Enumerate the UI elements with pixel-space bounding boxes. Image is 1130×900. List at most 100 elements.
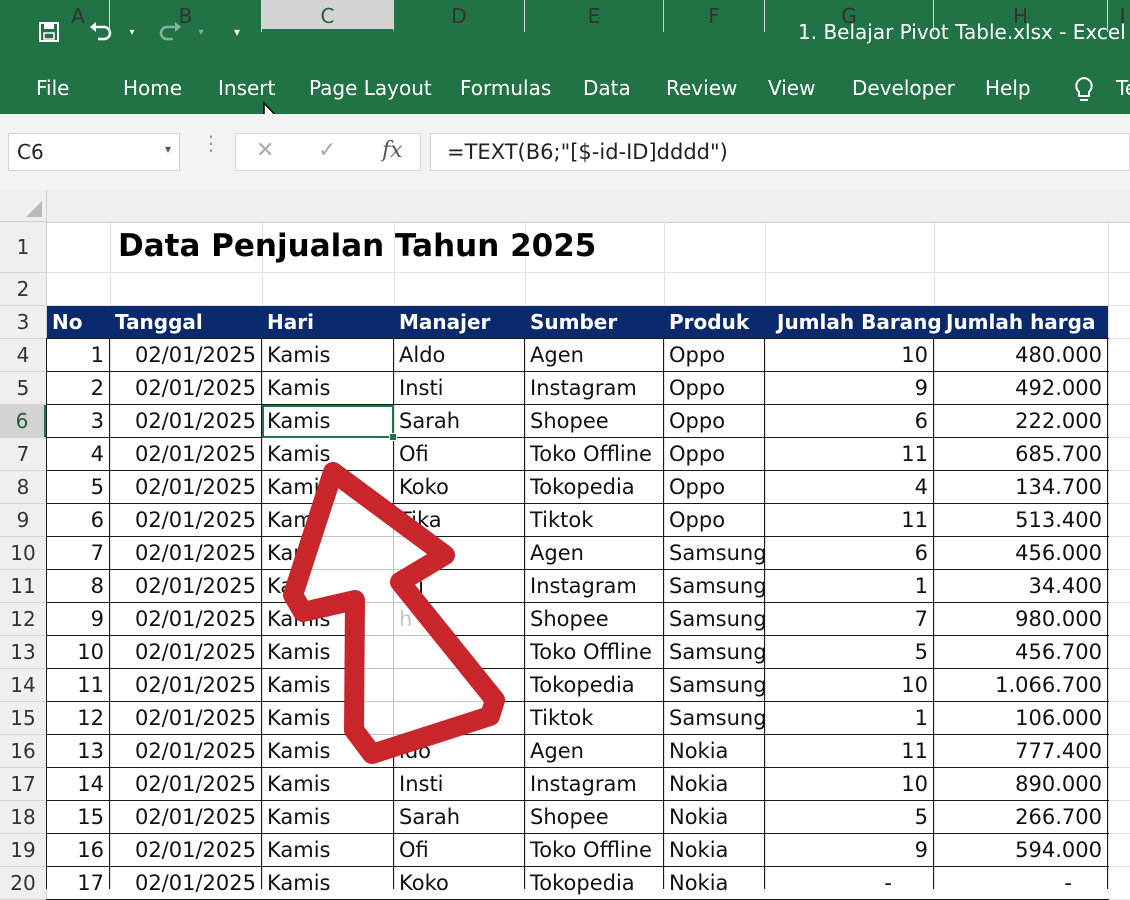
drag-handle-icon[interactable]: ⋮	[201, 133, 221, 153]
table-cell[interactable]: 513.400	[934, 504, 1108, 537]
tab-page-layout[interactable]: Page Layout	[309, 76, 432, 100]
tab-review[interactable]: Review	[666, 76, 737, 100]
table-cell[interactable]: 480.000	[934, 339, 1108, 372]
table-cell[interactable]: Kamis	[262, 834, 394, 867]
table-cell[interactable]: Instagram	[525, 372, 664, 405]
table-cell[interactable]: 02/01/2025	[110, 735, 262, 768]
table-cell[interactable]	[394, 669, 525, 702]
column-header[interactable]: E	[525, 0, 664, 32]
table-cell[interactable]: 2	[47, 372, 110, 405]
table-cell[interactable]: Kamis	[262, 669, 394, 702]
row-header[interactable]: 13	[0, 636, 47, 669]
cancel-icon[interactable]: ✕	[256, 138, 274, 163]
formula-input[interactable]: =TEXT(B6;"[$-id-ID]dddd")	[430, 133, 1130, 171]
table-cell[interactable]: 106.000	[934, 702, 1108, 735]
select-all-button[interactable]	[0, 190, 47, 222]
table-cell[interactable]: Tokopedia	[525, 867, 664, 900]
table-cell[interactable]: -	[934, 867, 1108, 900]
table-cell[interactable]: Oppo	[664, 405, 765, 438]
table-cell[interactable]: Aldo	[394, 339, 525, 372]
table-cell[interactable]: Shopee	[525, 603, 664, 636]
row-header[interactable]: 16	[0, 735, 47, 768]
table-cell[interactable]: 9	[765, 834, 934, 867]
table-cell[interactable]: 02/01/2025	[110, 438, 262, 471]
table-cell[interactable]: Samsung	[664, 603, 767, 636]
column-header[interactable]: F	[664, 0, 765, 32]
table-cell[interactable]: 11	[765, 438, 934, 471]
table-cell[interactable]: 02/01/2025	[110, 867, 262, 900]
row-header[interactable]: 19	[0, 834, 47, 867]
table-cell[interactable]: 02/01/2025	[110, 405, 262, 438]
table-cell[interactable]: 02/01/2025	[110, 801, 262, 834]
row-header[interactable]: 20	[0, 867, 47, 900]
column-header[interactable]: A	[47, 0, 110, 32]
table-header-cell[interactable]: Produk	[669, 306, 749, 338]
row-header[interactable]: 1	[0, 222, 47, 273]
table-cell[interactable]: Koko	[394, 471, 525, 504]
column-header[interactable]: H	[934, 0, 1108, 32]
table-cell[interactable]: 15	[47, 801, 110, 834]
table-cell[interactable]: Samsung	[664, 570, 767, 603]
tab-file[interactable]: File	[36, 76, 69, 100]
table-header-cell[interactable]: No	[52, 306, 82, 338]
table-cell[interactable]: 8	[47, 570, 110, 603]
table-cell[interactable]: 685.700	[934, 438, 1108, 471]
selected-cell-border[interactable]	[262, 405, 394, 438]
row-header[interactable]: 12	[0, 603, 47, 636]
tell-me-search[interactable]: Te	[1116, 76, 1130, 100]
row-header[interactable]: 11	[0, 570, 47, 603]
table-cell[interactable]: Kamis	[262, 438, 394, 471]
table-cell[interactable]: 14	[47, 768, 110, 801]
table-cell[interactable]: 02/01/2025	[110, 537, 262, 570]
table-cell[interactable]: 4	[47, 438, 110, 471]
tab-home[interactable]: Home	[123, 76, 182, 100]
table-cell[interactable]: Agen	[525, 339, 664, 372]
table-cell[interactable]: Samsung	[664, 537, 767, 570]
table-cell[interactable]: 02/01/2025	[110, 702, 262, 735]
table-cell[interactable]: 02/01/2025	[110, 471, 262, 504]
table-cell[interactable]: 02/01/2025	[110, 768, 262, 801]
table-cell[interactable]: Kamis	[262, 339, 394, 372]
table-cell[interactable]: Instagram	[525, 768, 664, 801]
column-header[interactable]: G	[765, 0, 934, 32]
column-header[interactable]: B	[110, 0, 262, 32]
table-cell[interactable]: Toko Offline	[525, 834, 664, 867]
table-cell[interactable]: Oppo	[664, 372, 765, 405]
chevron-down-icon[interactable]: ▾	[165, 142, 171, 156]
table-cell[interactable]: 1	[765, 702, 934, 735]
table-cell[interactable]: Nokia	[664, 801, 765, 834]
table-cell[interactable]	[394, 537, 525, 570]
table-cell[interactable]: 11	[47, 669, 110, 702]
table-cell[interactable]: 02/01/2025	[110, 603, 262, 636]
table-cell[interactable]: Agen	[525, 537, 664, 570]
row-header[interactable]: 15	[0, 702, 47, 735]
table-cell[interactable]: 5	[47, 471, 110, 504]
table-cell[interactable]	[394, 702, 525, 735]
tab-view[interactable]: View	[768, 76, 815, 100]
table-cell[interactable]: 4	[765, 471, 934, 504]
table-cell[interactable]: 11	[765, 504, 934, 537]
table-cell[interactable]: 10	[765, 339, 934, 372]
table-cell[interactable]: Sarah	[394, 405, 525, 438]
table-cell[interactable]: Kamis	[262, 768, 394, 801]
column-header[interactable]: D	[394, 0, 525, 32]
table-cell[interactable]: Kamis	[262, 735, 394, 768]
table-cell[interactable]: 777.400	[934, 735, 1108, 768]
table-cell[interactable]: 266.700	[934, 801, 1108, 834]
table-cell[interactable]: Ofi	[394, 438, 525, 471]
table-cell[interactable]: 12	[47, 702, 110, 735]
table-cell[interactable]: Agen	[525, 735, 664, 768]
table-cell[interactable]: Insti	[394, 768, 525, 801]
table-cell[interactable]: Kamis	[262, 372, 394, 405]
table-cell[interactable]: Oppo	[664, 504, 765, 537]
table-cell[interactable]: 02/01/2025	[110, 834, 262, 867]
row-header[interactable]: 9	[0, 504, 47, 537]
table-cell[interactable]: Samsung	[664, 636, 767, 669]
table-cell[interactable]: Nokia	[664, 867, 765, 900]
table-cell[interactable]: 9	[765, 372, 934, 405]
row-header[interactable]: 8	[0, 471, 47, 504]
table-cell[interactable]: Ka	[262, 570, 394, 603]
row-header[interactable]: 4	[0, 339, 47, 372]
table-cell[interactable]: 10	[765, 768, 934, 801]
tab-insert[interactable]: Insert	[218, 76, 275, 100]
